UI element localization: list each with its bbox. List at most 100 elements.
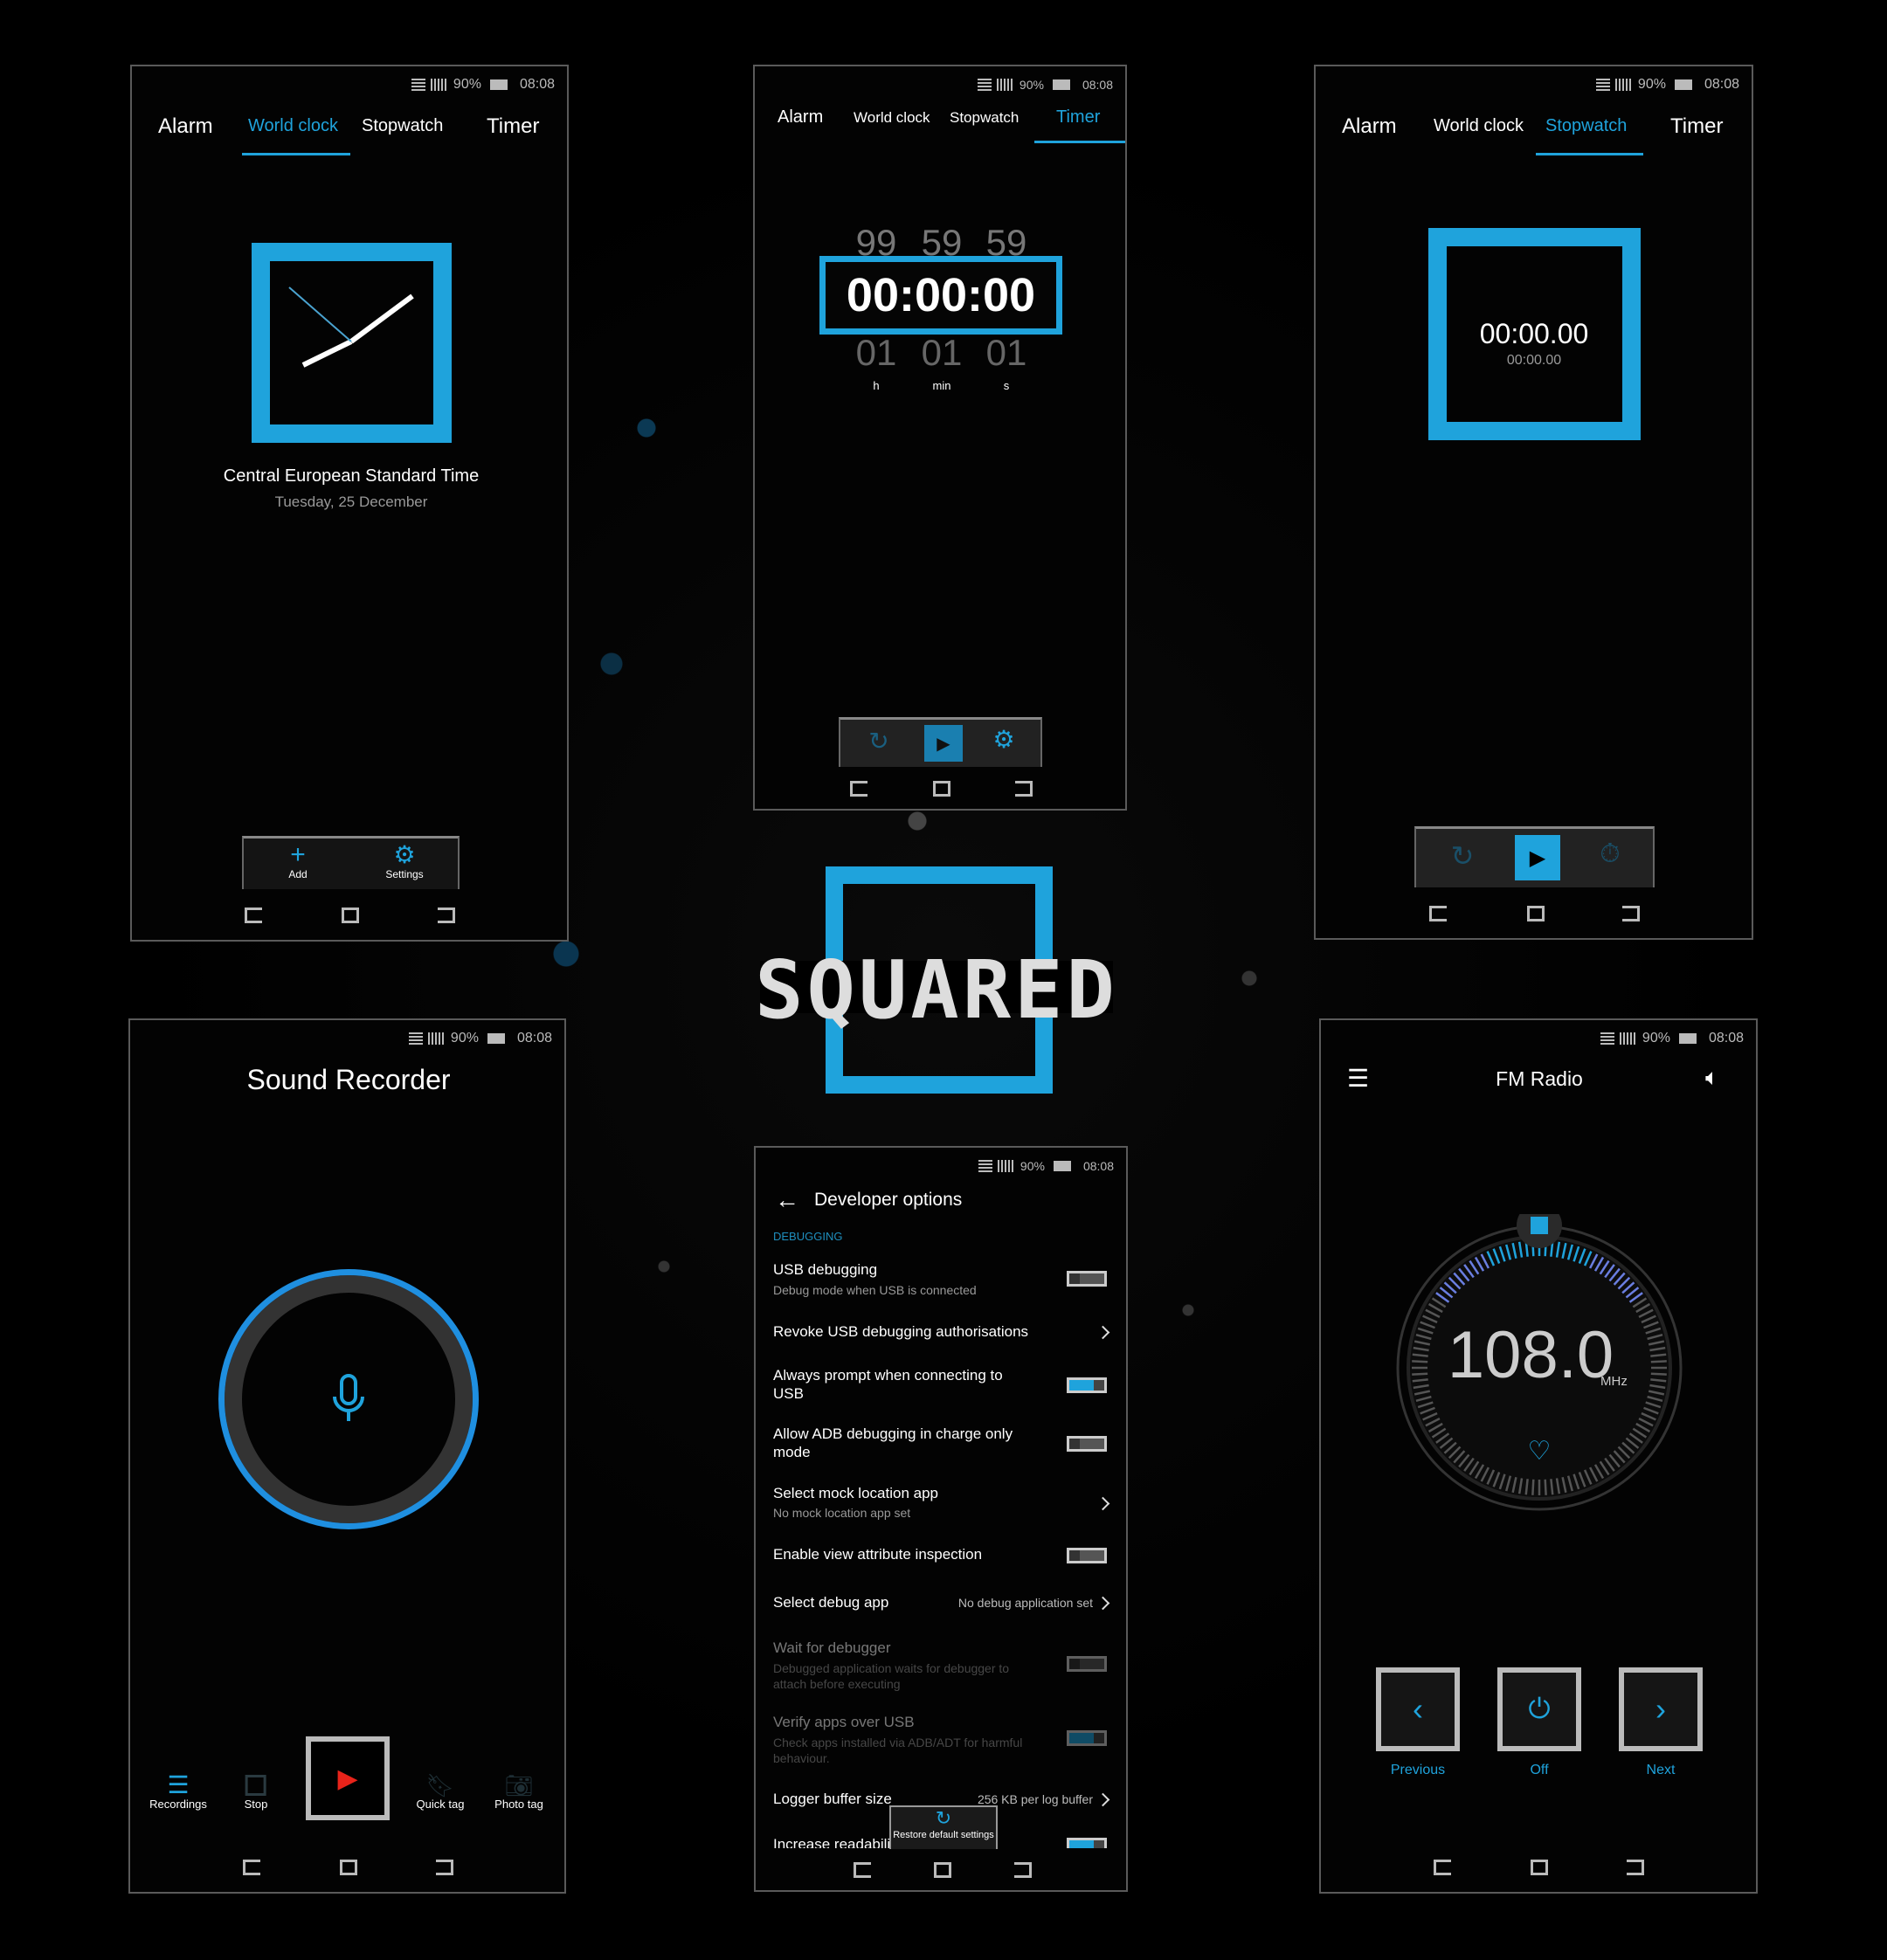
tab-alarm[interactable]: Alarm [1342, 114, 1397, 139]
record-button[interactable]: ▶ [306, 1736, 390, 1820]
setting-subtitle: Debugged application waits for debugger … [773, 1661, 1010, 1675]
list-icon: ☰ [167, 1771, 190, 1798]
recordings-button[interactable]: ☰ Recordings [149, 1771, 207, 1812]
reset-icon[interactable]: ↻ [868, 727, 888, 756]
heart-icon[interactable]: ♡ [1528, 1436, 1552, 1467]
restore-icon: ↻ [935, 1807, 952, 1829]
nav-back-button[interactable] [850, 781, 867, 797]
setting-subtitle-line2: behaviour. [773, 1751, 830, 1765]
next-button[interactable]: › [1619, 1667, 1703, 1751]
status-bar: 90% 08:08 [977, 73, 1113, 96]
nav-recents-button[interactable] [1014, 1862, 1032, 1878]
toggle-switch [1067, 1730, 1107, 1746]
tab-timer[interactable]: Timer [487, 114, 539, 139]
dial-tick [1650, 1360, 1667, 1363]
restore-defaults-button[interactable]: ↻ Restore default settings [889, 1805, 998, 1849]
toggle-switch[interactable] [1067, 1377, 1107, 1393]
status-time: 08:08 [1082, 1159, 1114, 1173]
power-button[interactable]: ⏻ [1497, 1667, 1581, 1751]
setting-title: Select mock location app [773, 1485, 938, 1501]
dial-tick [1650, 1372, 1667, 1376]
previous-label: Previous [1390, 1763, 1446, 1777]
tab-world-clock[interactable]: World clock [854, 109, 930, 127]
analog-clock-hands [288, 286, 414, 368]
nav-back-button[interactable] [1429, 906, 1447, 921]
nav-recents-button[interactable] [1015, 781, 1033, 797]
toggle-switch[interactable] [1067, 1436, 1107, 1452]
photo-tag-button[interactable]: 📷︎ Photo tag [494, 1773, 543, 1811]
nav-home-button[interactable] [340, 1860, 357, 1875]
frequency-value: 108.0 [1447, 1318, 1614, 1392]
setting-title: Revoke USB debugging authorisations [773, 1323, 1029, 1340]
status-bar: 90% 08:08 [411, 73, 555, 96]
setting-value: 256 KB per log buffer [977, 1792, 1093, 1806]
nav-home-button[interactable] [934, 1862, 951, 1878]
stop-button[interactable]: Stop [245, 1773, 267, 1811]
nav-back-button[interactable] [854, 1862, 871, 1878]
add-button[interactable]: + Add [288, 842, 308, 881]
chevron-right-icon [1096, 1596, 1110, 1611]
toggle-switch[interactable] [1067, 1838, 1107, 1848]
nav-recents-button[interactable] [1622, 906, 1640, 921]
status-time: 08:08 [516, 1031, 552, 1046]
timer-display: 00:00:00 [819, 256, 1062, 335]
seconds-below[interactable]: 01 [986, 332, 1027, 374]
setting-title: Enable view attribute inspection [773, 1546, 983, 1563]
tab-world-clock[interactable]: World clock [248, 116, 338, 136]
nav-home-button[interactable] [1527, 906, 1545, 921]
tab-world-clock[interactable]: World clock [1434, 116, 1524, 136]
timezone-label: Central European Standard Time [223, 466, 480, 486]
frequency-unit: MHz [1600, 1374, 1628, 1389]
gear-icon[interactable]: ⚙ [992, 725, 1014, 754]
tab-alarm[interactable]: Alarm [778, 107, 823, 128]
stopwatch-time: 00:00.00 [1479, 318, 1589, 349]
setting-subtitle: Debug mode when USB is connected [773, 1283, 977, 1297]
hours-below[interactable]: 01 [856, 332, 897, 374]
start-button[interactable]: ▶ [924, 725, 963, 762]
tab-stopwatch[interactable]: Stopwatch [950, 109, 1019, 127]
minutes-below[interactable]: 01 [922, 332, 963, 374]
nav-back-button[interactable] [1434, 1860, 1451, 1875]
nav-recents-button[interactable] [1627, 1860, 1644, 1875]
tab-stopwatch[interactable]: Stopwatch [1545, 116, 1627, 136]
nav-home-button[interactable] [342, 908, 359, 923]
power-icon: ⏻ [1528, 1693, 1551, 1724]
lap-icon[interactable]: ⏱ [1600, 839, 1620, 869]
nav-recents-button[interactable] [438, 908, 455, 923]
active-tab-indicator [1034, 141, 1125, 143]
lap-time: 00:00.00 [1506, 353, 1562, 368]
tab-timer[interactable]: Timer [1056, 107, 1100, 128]
notification-icon [408, 1032, 423, 1045]
nav-home-button[interactable] [933, 781, 950, 797]
status-bar: 90% 08:08 [1600, 1027, 1744, 1050]
page-title: Developer options [814, 1190, 963, 1210]
quick-tag-button[interactable]: 🔖︎ Quick tag [417, 1773, 465, 1811]
nav-recents-button[interactable] [436, 1860, 453, 1875]
previous-button[interactable]: ‹ [1376, 1667, 1460, 1751]
bookmark-icon: 🔖︎ [425, 1772, 455, 1798]
toggle-switch[interactable] [1067, 1548, 1107, 1563]
active-tab-indicator [242, 153, 350, 155]
tab-alarm[interactable]: Alarm [158, 114, 213, 139]
stopwatch-control-bar: ↻ ▶ ⏱ [1414, 826, 1655, 887]
reset-icon[interactable]: ↻ [1451, 839, 1475, 873]
nav-back-button[interactable] [243, 1860, 260, 1875]
settings-button[interactable]: ⚙ Settings [385, 842, 423, 881]
toggle-switch[interactable] [1067, 1271, 1107, 1287]
status-bar: 90% 08:08 [408, 1027, 552, 1050]
menu-icon[interactable]: ☰ [1347, 1064, 1369, 1093]
tab-stopwatch[interactable]: Stopwatch [362, 116, 443, 136]
add-label: Add [288, 868, 308, 880]
speaker-icon[interactable]: 🔈︎ [1705, 1064, 1719, 1092]
restore-label: Restore default settings [893, 1830, 994, 1840]
back-arrow-icon[interactable]: ← [775, 1186, 799, 1214]
signal-icon [997, 1160, 1015, 1172]
setting-subtitle: Check apps installed via ADB/ADT for har… [773, 1736, 1023, 1750]
tab-timer[interactable]: Timer [1670, 114, 1723, 139]
start-button[interactable]: ▶ [1515, 835, 1560, 880]
nav-back-button[interactable] [245, 908, 262, 923]
logo-text: SQUARED [755, 943, 1118, 1037]
dial-tick [1531, 1479, 1535, 1495]
nav-home-button[interactable] [1531, 1860, 1548, 1875]
page-title: FM Radio [1496, 1067, 1583, 1090]
